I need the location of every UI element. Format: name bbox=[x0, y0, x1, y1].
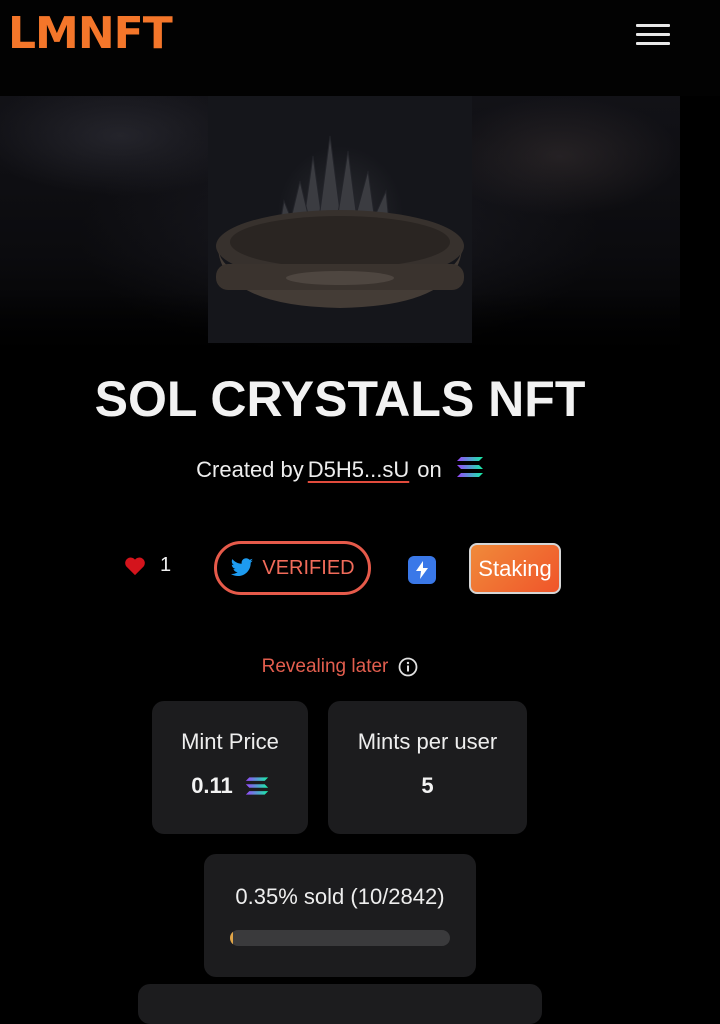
collection-title: SOL CRYSTALS NFT bbox=[94, 371, 586, 427]
twitter-verified-button[interactable]: VERIFIED bbox=[214, 541, 371, 595]
staking-button[interactable]: Staking bbox=[469, 543, 561, 594]
mint-price-value: 0.11 bbox=[191, 773, 233, 798]
mints-per-user-card: Mints per user 5 bbox=[328, 701, 527, 834]
twitter-icon bbox=[231, 558, 254, 576]
likes[interactable]: 1 bbox=[124, 554, 171, 577]
verified-label: VERIFIED bbox=[262, 556, 355, 579]
sold-label: 0.35% sold (10/2842) bbox=[235, 884, 445, 909]
reveal-label: Revealing later bbox=[261, 656, 389, 677]
collection-artwork bbox=[208, 96, 472, 343]
created-by-label: Created by bbox=[196, 457, 304, 482]
sold-progress-fill bbox=[230, 930, 233, 946]
mint-price-card: Mint Price 0.11 bbox=[152, 701, 308, 834]
reveal-notice: Revealing later bbox=[0, 654, 680, 680]
mint-price-label: Mint Price bbox=[181, 729, 279, 754]
on-label: on bbox=[417, 457, 442, 482]
creator-address-link[interactable]: D5H5...sU bbox=[308, 457, 409, 482]
sold-progress-bar bbox=[230, 930, 450, 946]
info-icon[interactable] bbox=[398, 657, 418, 677]
hamburger-menu-icon[interactable] bbox=[636, 24, 670, 50]
mints-per-user-value: 5 bbox=[421, 773, 434, 798]
mint-price-value-row: 0.11 bbox=[191, 773, 269, 799]
lightning-app-icon[interactable] bbox=[408, 556, 436, 584]
solana-icon bbox=[456, 455, 484, 487]
mint-action-card bbox=[138, 984, 542, 1024]
mints-per-user-label: Mints per user bbox=[357, 729, 498, 754]
likes-count: 1 bbox=[160, 554, 172, 576]
sold-progress-card: 0.35% sold (10/2842) bbox=[204, 854, 476, 977]
top-header: LMNFT bbox=[0, 0, 720, 96]
logo[interactable]: LMNFT bbox=[8, 8, 173, 60]
heart-icon[interactable] bbox=[124, 556, 146, 576]
creator-line: Created by D5H5...sU on bbox=[0, 454, 680, 487]
solana-icon bbox=[245, 776, 269, 796]
